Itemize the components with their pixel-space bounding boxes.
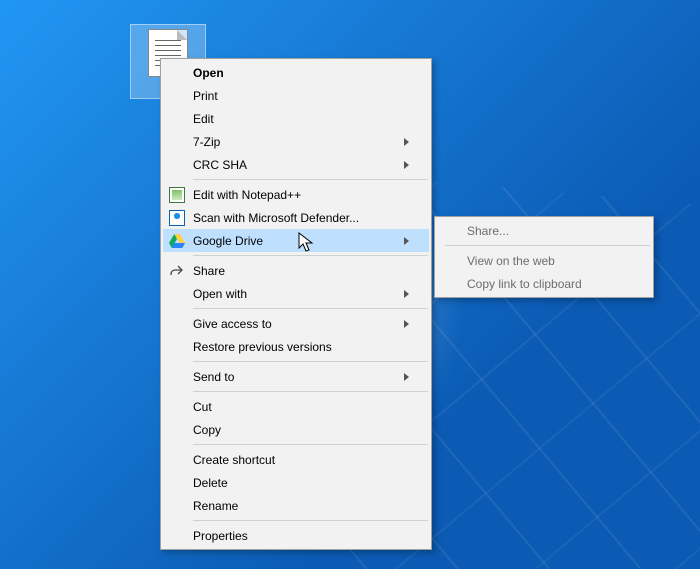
chevron-right-icon (404, 138, 409, 146)
menu-separator (193, 444, 428, 445)
menu-separator (193, 361, 428, 362)
defender-icon (169, 210, 185, 226)
submenu-share[interactable]: Share... (437, 219, 651, 242)
menu-google-drive[interactable]: Google Drive (163, 229, 429, 252)
menu-copy-label: Copy (193, 423, 409, 437)
menu-scan-defender[interactable]: Scan with Microsoft Defender... (163, 206, 429, 229)
menu-7zip[interactable]: 7-Zip (163, 130, 429, 153)
menu-separator (445, 245, 650, 246)
menu-separator (193, 391, 428, 392)
chevron-right-icon (404, 237, 409, 245)
menu-open-with-label: Open with (193, 287, 404, 301)
chevron-right-icon (404, 161, 409, 169)
menu-scan-defender-label: Scan with Microsoft Defender... (193, 211, 409, 225)
menu-separator (193, 308, 428, 309)
menu-separator (193, 520, 428, 521)
menu-create-shortcut[interactable]: Create shortcut (163, 448, 429, 471)
menu-separator (193, 179, 428, 180)
chevron-right-icon (404, 320, 409, 328)
menu-edit-label: Edit (193, 112, 409, 126)
menu-share-label: Share (193, 264, 409, 278)
menu-rename-label: Rename (193, 499, 409, 513)
chevron-right-icon (404, 373, 409, 381)
menu-properties[interactable]: Properties (163, 524, 429, 547)
menu-edit[interactable]: Edit (163, 107, 429, 130)
menu-cut-label: Cut (193, 400, 409, 414)
menu-7zip-label: 7-Zip (193, 135, 404, 149)
google-drive-submenu: Share... View on the web Copy link to cl… (434, 216, 654, 298)
menu-edit-npp-label: Edit with Notepad++ (193, 188, 409, 202)
menu-create-shortcut-label: Create shortcut (193, 453, 409, 467)
menu-crcsha-label: CRC SHA (193, 158, 404, 172)
menu-give-access[interactable]: Give access to (163, 312, 429, 335)
menu-delete-label: Delete (193, 476, 409, 490)
menu-google-drive-label: Google Drive (193, 234, 404, 248)
menu-copy[interactable]: Copy (163, 418, 429, 441)
submenu-copy-link[interactable]: Copy link to clipboard (437, 272, 651, 295)
chevron-right-icon (404, 290, 409, 298)
menu-send-to-label: Send to (193, 370, 404, 384)
menu-crcsha[interactable]: CRC SHA (163, 153, 429, 176)
menu-open[interactable]: Open (163, 61, 429, 84)
submenu-copy-link-label: Copy link to clipboard (467, 277, 631, 291)
submenu-view-web[interactable]: View on the web (437, 249, 651, 272)
submenu-share-label: Share... (467, 224, 631, 238)
menu-restore-previous[interactable]: Restore previous versions (163, 335, 429, 358)
menu-cut[interactable]: Cut (163, 395, 429, 418)
menu-give-access-label: Give access to (193, 317, 404, 331)
google-drive-icon (169, 233, 185, 249)
menu-rename[interactable]: Rename (163, 494, 429, 517)
menu-properties-label: Properties (193, 529, 409, 543)
menu-print-label: Print (193, 89, 409, 103)
menu-send-to[interactable]: Send to (163, 365, 429, 388)
menu-open-with[interactable]: Open with (163, 282, 429, 305)
share-icon (169, 263, 185, 279)
menu-print[interactable]: Print (163, 84, 429, 107)
context-menu: Open Print Edit 7-Zip CRC SHA Edit with … (160, 58, 432, 550)
menu-open-label: Open (193, 66, 409, 80)
notepadpp-icon (169, 187, 185, 203)
menu-delete[interactable]: Delete (163, 471, 429, 494)
menu-separator (193, 255, 428, 256)
menu-share[interactable]: Share (163, 259, 429, 282)
menu-edit-notepadpp[interactable]: Edit with Notepad++ (163, 183, 429, 206)
submenu-view-web-label: View on the web (467, 254, 631, 268)
menu-restore-prev-label: Restore previous versions (193, 340, 409, 354)
